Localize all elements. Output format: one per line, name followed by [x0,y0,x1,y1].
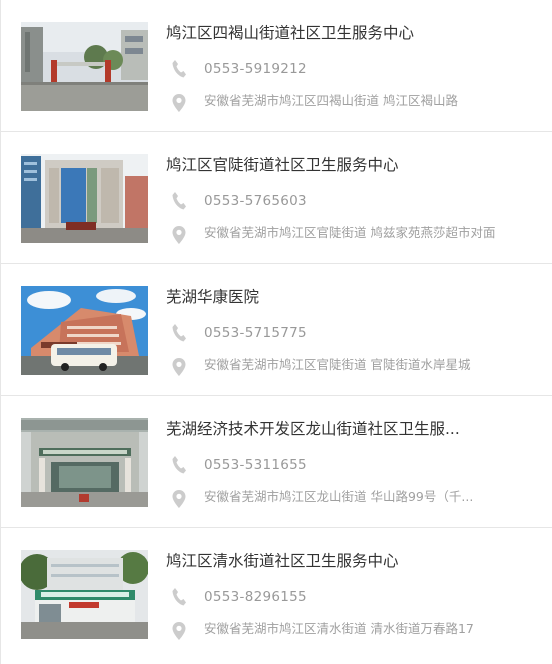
phone-row[interactable]: 0553-5919212 [171,58,307,80]
list-item[interactable]: 鸠江区官陡街道社区卫生服务中心 0553-5765603 安徽省芜湖市鸠江区官陡… [1,132,552,264]
list-item[interactable]: 鸠江区四褐山街道社区卫生服务中心 0553-5919212 安徽省芜湖市鸠江区四… [1,0,552,132]
address-text: 安徽省芜湖市鸠江区官陡街道 鸠兹家苑燕莎超市对面 [204,225,496,240]
phone-row[interactable]: 0553-5311655 [171,454,307,476]
clinic-name[interactable]: 芜湖经济技术开发区龙山街道社区卫生服... [166,418,506,440]
list-item[interactable]: 芜湖经济技术开发区龙山街道社区卫生服... 0553-5311655 安徽省芜湖… [1,396,552,528]
list-item[interactable]: 鸠江区清水街道社区卫生服务中心 0553-8296155 安徽省芜湖市鸠江区清水… [1,528,552,660]
list-item[interactable]: 芜湖华康医院 0553-5715775 安徽省芜湖市鸠江区官陡街道 官陡街道水岸… [1,264,552,396]
phone-number[interactable]: 0553-5311655 [204,454,307,476]
phone-number[interactable]: 0553-5919212 [204,58,307,80]
phone-icon [171,59,187,79]
clinic-photo[interactable] [21,418,148,507]
phone-icon [171,191,187,211]
phone-icon [171,587,187,607]
phone-number[interactable]: 0553-5765603 [204,190,307,212]
location-pin-icon [171,357,187,377]
clinic-photo[interactable] [21,286,148,375]
address-text: 安徽省芜湖市鸠江区清水街道 清水街道万春路17 [204,621,474,636]
clinic-name[interactable]: 芜湖华康医院 [166,286,506,308]
address-text: 安徽省芜湖市鸠江区龙山街道 华山路99号（千... [204,489,474,504]
address-row: 安徽省芜湖市鸠江区清水街道 清水街道万春路17 [171,620,522,641]
phone-number[interactable]: 0553-8296155 [204,586,307,608]
address-text: 安徽省芜湖市鸠江区四褐山街道 鸠江区褐山路 [204,93,458,108]
location-pin-icon [171,489,187,509]
phone-row[interactable]: 0553-5715775 [171,322,307,344]
clinic-name[interactable]: 鸠江区清水街道社区卫生服务中心 [166,550,506,572]
phone-icon [171,323,187,343]
address-row: 安徽省芜湖市鸠江区龙山街道 华山路99号（千... [171,488,522,509]
clinic-photo[interactable] [21,22,148,111]
clinic-name[interactable]: 鸠江区官陡街道社区卫生服务中心 [166,154,506,176]
clinic-name[interactable]: 鸠江区四褐山街道社区卫生服务中心 [166,22,506,44]
location-pin-icon [171,225,187,245]
phone-row[interactable]: 0553-8296155 [171,586,307,608]
address-row: 安徽省芜湖市鸠江区四褐山街道 鸠江区褐山路 [171,92,522,113]
address-row: 安徽省芜湖市鸠江区官陡街道 鸠兹家苑燕莎超市对面 [171,224,522,245]
phone-number[interactable]: 0553-5715775 [204,322,307,344]
location-pin-icon [171,93,187,113]
phone-row[interactable]: 0553-5765603 [171,190,307,212]
location-pin-icon [171,621,187,641]
clinic-photo[interactable] [21,154,148,243]
address-text: 安徽省芜湖市鸠江区官陡街道 官陡街道水岸星城 [204,357,471,372]
clinic-photo[interactable] [21,550,148,639]
clinic-list: 鸠江区四褐山街道社区卫生服务中心 0553-5919212 安徽省芜湖市鸠江区四… [0,0,552,664]
address-row: 安徽省芜湖市鸠江区官陡街道 官陡街道水岸星城 [171,356,522,377]
phone-icon [171,455,187,475]
